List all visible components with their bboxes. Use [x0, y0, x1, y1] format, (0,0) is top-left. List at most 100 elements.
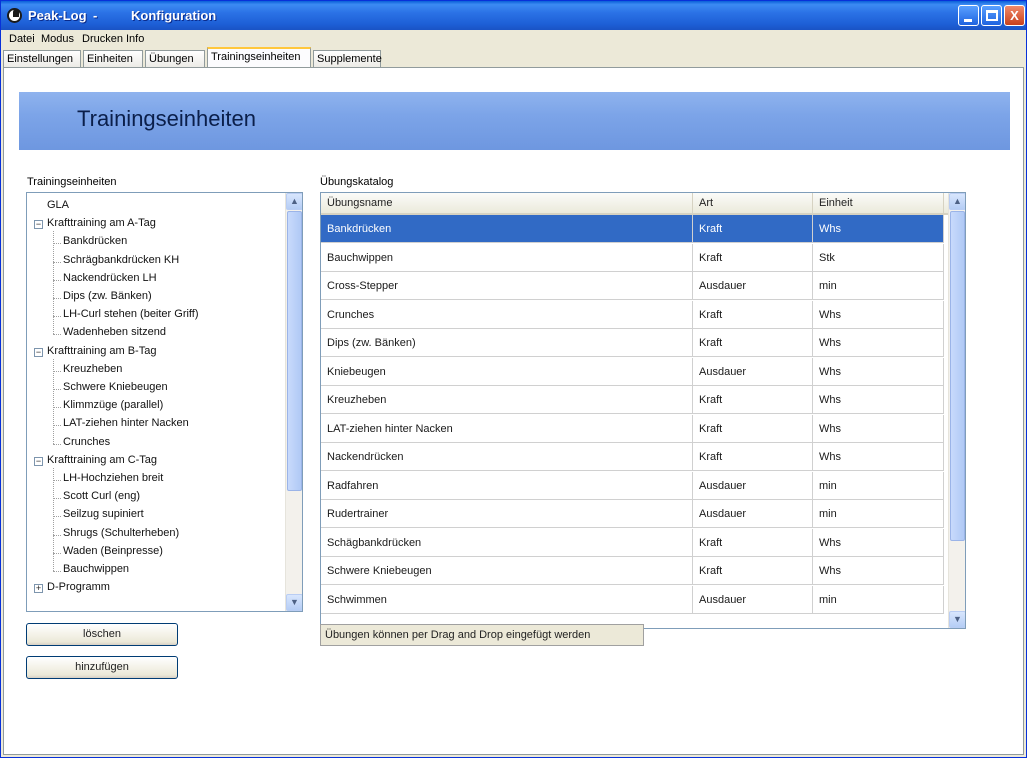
table-row[interactable]: Radfahren Ausdauer min: [321, 471, 944, 500]
cell-type: Kraft: [693, 386, 813, 414]
column-header-unit[interactable]: Einheit: [813, 193, 944, 213]
cell-unit: Stk: [813, 243, 944, 272]
tree-group-node[interactable]: Krafttraining am C-Tag: [47, 454, 157, 466]
cell-type: Ausdauer: [693, 500, 813, 528]
tree-connector: [53, 498, 61, 500]
tree-connector: [53, 516, 61, 518]
collapse-icon[interactable]: −: [34, 456, 43, 466]
tree-connector: [53, 334, 61, 336]
cell-name: Bauchwippen: [321, 243, 693, 272]
tree-scrollbar[interactable]: ▲ ▼: [285, 193, 302, 611]
add-button[interactable]: hinzufügen: [26, 656, 178, 679]
tab-uebungen[interactable]: Übungen: [145, 50, 205, 67]
table-row[interactable]: Schwere Kniebeugen Kraft Whs: [321, 557, 944, 585]
cell-unit: min: [813, 272, 944, 300]
delete-button[interactable]: löschen: [26, 623, 178, 646]
tree-connector: [53, 316, 61, 318]
close-button[interactable]: X: [1004, 5, 1025, 26]
menu-modus[interactable]: Modus: [41, 33, 74, 45]
minimize-button[interactable]: [958, 5, 979, 26]
column-header-type[interactable]: Art: [693, 193, 813, 213]
tree-exercise-node[interactable]: Waden (Beinpresse): [63, 545, 163, 557]
tree-exercise-node[interactable]: Shrugs (Schulterheben): [63, 527, 179, 539]
table-row[interactable]: Kniebeugen Ausdauer Whs: [321, 357, 944, 386]
cell-unit: min: [813, 500, 944, 528]
menu-drucken[interactable]: Drucken: [82, 33, 123, 45]
collapse-icon[interactable]: −: [34, 347, 43, 357]
tab-supplemente[interactable]: Supplemente: [313, 50, 382, 67]
table-row[interactable]: Dips (zw. Bänken) Kraft Whs: [321, 329, 944, 357]
cell-unit: Whs: [813, 386, 944, 414]
tree-group-node[interactable]: Krafttraining am A-Tag: [47, 217, 156, 229]
collapse-icon[interactable]: −: [34, 220, 43, 230]
tree-exercise-node[interactable]: Klimmzüge (parallel): [63, 399, 163, 411]
cell-type: Kraft: [693, 215, 813, 243]
tab-einstellungen[interactable]: Einstellungen: [3, 50, 81, 67]
tree-exercise-node[interactable]: Wadenheben sitzend: [63, 326, 166, 338]
table-row[interactable]: Bankdrücken Kraft Whs: [321, 215, 944, 243]
table-row[interactable]: LAT-ziehen hinter Nacken Kraft Whs: [321, 414, 944, 443]
table-row[interactable]: Kreuzheben Kraft Whs: [321, 386, 944, 414]
menu-datei[interactable]: Datei: [9, 33, 35, 45]
tree-group-node[interactable]: GLA: [47, 199, 69, 211]
tree-exercise-node[interactable]: LH-Hochziehen breit: [63, 472, 163, 484]
cell-name: Bankdrücken: [321, 215, 693, 243]
app-title: Peak-Log: [28, 8, 87, 23]
cell-type: Kraft: [693, 443, 813, 471]
scroll-down-icon[interactable]: ▼: [286, 594, 302, 611]
column-header-name[interactable]: Übungsname: [321, 193, 693, 213]
cell-unit: Whs: [813, 215, 944, 243]
cell-unit: min: [813, 585, 944, 614]
tree-group-node[interactable]: D-Programm: [47, 581, 110, 593]
table-row[interactable]: Schwimmen Ausdauer min: [321, 585, 944, 614]
menu-info[interactable]: Info: [126, 33, 144, 45]
scroll-thumb[interactable]: [287, 211, 302, 491]
tree-connector: [53, 443, 61, 445]
tree-exercise-node[interactable]: LAT-ziehen hinter Nacken: [63, 417, 189, 429]
tree-exercise-node[interactable]: LH-Curl stehen (beiter Griff): [63, 308, 199, 320]
cell-unit: Whs: [813, 329, 944, 357]
cell-type: Kraft: [693, 300, 813, 329]
tree-connector: [53, 534, 61, 536]
table-row[interactable]: Crunches Kraft Whs: [321, 300, 944, 329]
tree-exercise-node[interactable]: Seilzug supiniert: [63, 508, 144, 520]
maximize-button[interactable]: [981, 5, 1002, 26]
tree-connector: [53, 298, 61, 299]
cell-name: Kreuzheben: [321, 386, 693, 414]
tree-exercise-node[interactable]: Nackendrücken LH: [63, 272, 157, 284]
tree-connector: [53, 389, 61, 390]
tree-exercise-node[interactable]: Kreuzheben: [63, 363, 122, 375]
exercise-catalog-grid[interactable]: Übungsname Art Einheit Bankdrücken Kraft W…: [320, 192, 966, 629]
tree-exercise-node[interactable]: Dips (zw. Bänken): [63, 290, 152, 302]
app-logo-icon[interactable]: [7, 8, 22, 23]
expand-icon[interactable]: +: [34, 584, 43, 594]
title-bar[interactable]: Peak-Log - Konfiguration X: [1, 1, 1026, 30]
page-title: Trainingseinheiten: [77, 106, 256, 131]
cell-name: Radfahren: [321, 471, 693, 500]
tree-group-node[interactable]: Krafttraining am B-Tag: [47, 345, 156, 357]
tree-exercise-node[interactable]: Schrägbankdrücken KH: [63, 254, 179, 266]
tree-exercise-node[interactable]: Bankdrücken: [63, 235, 127, 247]
table-row[interactable]: Rudertrainer Ausdauer min: [321, 500, 944, 528]
scroll-thumb[interactable]: [950, 211, 965, 541]
table-row[interactable]: Bauchwippen Kraft Stk: [321, 243, 944, 272]
table-row[interactable]: Cross-Stepper Ausdauer min: [321, 272, 944, 300]
tree-exercise-node[interactable]: Scott Curl (eng): [63, 490, 140, 502]
training-tree[interactable]: ▲ ▼ GLA − Krafttraining am A-Tag Bankdrücke…: [26, 192, 303, 612]
tree-connector: [53, 231, 54, 335]
scroll-down-icon[interactable]: ▼: [949, 611, 965, 628]
table-row[interactable]: Nackendrücken Kraft Whs: [321, 443, 944, 471]
tree-connector: [53, 261, 61, 263]
table-row[interactable]: Schägbankdrücken Kraft Whs: [321, 528, 944, 557]
minimize-icon: [964, 19, 972, 22]
tree-exercise-node[interactable]: Schwere Kniebeugen: [63, 381, 168, 393]
tab-einheiten[interactable]: Einheiten: [83, 50, 143, 67]
scroll-up-icon[interactable]: ▲: [949, 193, 965, 210]
scroll-up-icon[interactable]: ▲: [286, 193, 302, 210]
tree-exercise-node[interactable]: Crunches: [63, 436, 110, 448]
tab-trainingseinheiten[interactable]: Trainingseinheiten: [207, 47, 311, 67]
grid-scrollbar[interactable]: ▲ ▼: [948, 193, 965, 628]
tree-exercise-node[interactable]: Bauchwippen: [63, 563, 129, 575]
cell-name: Rudertrainer: [321, 500, 693, 528]
title-separator: -: [93, 8, 98, 23]
